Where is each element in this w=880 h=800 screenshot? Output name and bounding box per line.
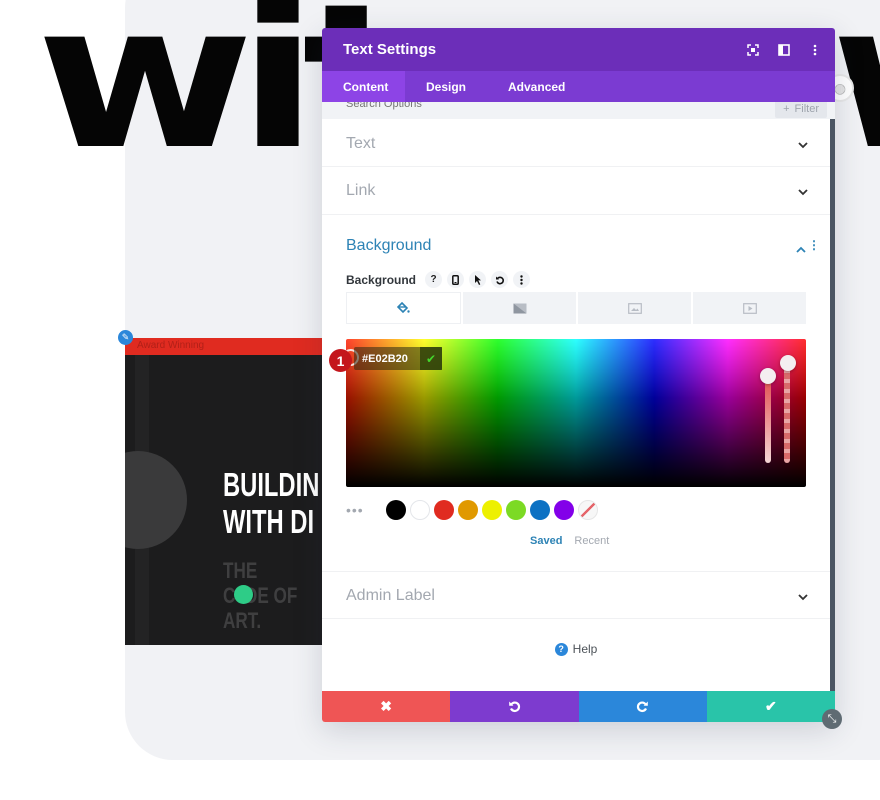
- section-more-icon[interactable]: ⋮: [808, 238, 820, 252]
- swatch-tabs: Saved Recent: [530, 535, 609, 547]
- swatch-black[interactable]: [386, 500, 406, 520]
- swatch-white[interactable]: [410, 500, 430, 520]
- tab-advanced[interactable]: Advanced: [487, 71, 586, 102]
- more-options-icon[interactable]: [806, 41, 823, 58]
- card-subtitle-line-1: THE: [223, 558, 258, 583]
- section-admin-label[interactable]: Admin Label: [322, 571, 830, 619]
- close-icon: ✖: [380, 698, 392, 714]
- swatch-none-icon[interactable]: [578, 500, 598, 520]
- plus-icon: +: [783, 102, 790, 115]
- swatch-red[interactable]: [434, 500, 454, 520]
- color-picker-field[interactable]: ✔: [346, 339, 806, 487]
- video-icon: [742, 302, 757, 314]
- hue-slider-track[interactable]: [765, 373, 771, 463]
- background-gradient-tab[interactable]: [463, 292, 576, 324]
- redo-icon: [637, 701, 648, 713]
- undo-icon: [509, 701, 520, 713]
- mobile-device-icon[interactable]: [447, 271, 465, 288]
- redo-button[interactable]: [578, 691, 707, 722]
- swatch-orange[interactable]: [458, 500, 478, 520]
- image-icon: [627, 302, 642, 314]
- chevron-down-icon[interactable]: [798, 187, 808, 197]
- modal-footer: ✖ ✔: [322, 691, 835, 722]
- hover-pointer-icon[interactable]: [469, 271, 487, 288]
- split-view-icon[interactable]: [775, 41, 792, 58]
- text-settings-modal: Text Settings Content Design Advanced Se…: [322, 28, 835, 722]
- background-type-tabs: [346, 292, 806, 324]
- filter-button[interactable]: + Filter: [775, 102, 827, 118]
- gradient-icon: [513, 303, 526, 313]
- background-image-tab[interactable]: [578, 292, 691, 324]
- help-link[interactable]: ? Help: [322, 642, 830, 656]
- card-title-line-1: BUILDIN: [223, 466, 320, 503]
- card-accent-dot: [234, 585, 253, 604]
- card-title: BUILDIN WITH DI: [223, 466, 319, 540]
- swatch-blue[interactable]: [530, 500, 550, 520]
- more-options-icon[interactable]: [513, 271, 531, 288]
- background-field-header: Background ?: [346, 271, 531, 288]
- resize-handle-icon[interactable]: ⤡: [822, 709, 842, 729]
- focus-mode-icon[interactable]: [744, 41, 761, 58]
- edit-pencil-icon[interactable]: ✎: [118, 330, 133, 345]
- chevron-down-icon[interactable]: [798, 140, 808, 150]
- modal-header[interactable]: Text Settings: [322, 28, 835, 71]
- chevron-down-icon[interactable]: [798, 592, 808, 602]
- undo-button[interactable]: [450, 691, 579, 722]
- card-subtitle-line-3: ART.: [223, 608, 262, 633]
- card-title-line-2: WITH DI: [223, 503, 315, 540]
- color-swatch-row: •••: [346, 500, 598, 520]
- background-video-tab[interactable]: [693, 292, 806, 324]
- swatch-tab-recent[interactable]: Recent: [574, 535, 609, 547]
- paint-bucket-icon: [397, 302, 410, 314]
- section-text-label: Text: [346, 135, 376, 152]
- filter-label: Filter: [794, 102, 819, 115]
- section-admin-label-text: Admin Label: [346, 587, 435, 604]
- reset-icon[interactable]: [491, 271, 509, 288]
- hex-value-box: ✔: [354, 347, 442, 370]
- swatch-green[interactable]: [506, 500, 526, 520]
- section-link-label: Link: [346, 182, 376, 199]
- more-swatches-icon[interactable]: •••: [346, 502, 376, 518]
- search-row: + Filter: [322, 102, 835, 119]
- settings-scroll-area: Text Link Background ⋮ Background ? #E02…: [322, 119, 830, 691]
- section-background-label[interactable]: Background: [346, 237, 431, 255]
- hex-color-input[interactable]: [354, 352, 420, 365]
- background-field-label: Background: [346, 272, 417, 287]
- swatch-yellow[interactable]: [482, 500, 502, 520]
- background-color-tab[interactable]: [346, 292, 461, 324]
- step-number-badge: 1: [329, 349, 352, 372]
- modal-tabs: Content Design Advanced: [322, 71, 835, 102]
- card-top-bar-text: Award Winning: [137, 340, 205, 351]
- opacity-slider-knob[interactable]: [780, 355, 796, 371]
- tab-content[interactable]: Content: [322, 71, 405, 102]
- help-circle-icon: ?: [554, 642, 568, 656]
- save-button[interactable]: ✔: [706, 691, 835, 722]
- tab-design[interactable]: Design: [405, 71, 487, 102]
- cancel-button[interactable]: ✖: [322, 691, 451, 722]
- card-decorative-circle: [125, 451, 187, 549]
- modal-header-icons: [744, 41, 823, 58]
- scrollbar[interactable]: [830, 119, 835, 691]
- hue-slider-knob[interactable]: [760, 368, 776, 384]
- swatch-purple[interactable]: [554, 500, 574, 520]
- modal-title: Text Settings: [343, 41, 437, 58]
- section-text[interactable]: Text: [322, 119, 830, 167]
- check-icon: ✔: [765, 698, 777, 714]
- chevron-up-icon[interactable]: [796, 240, 806, 258]
- search-options-input[interactable]: [346, 102, 646, 110]
- swatch-tab-saved[interactable]: Saved: [530, 535, 562, 547]
- card-top-bar: Award Winning: [125, 338, 325, 355]
- opacity-slider-track[interactable]: [784, 363, 790, 463]
- help-label: Help: [572, 642, 598, 656]
- hero-card[interactable]: Award Winning BUILDIN WITH DI THE C DE O…: [125, 338, 325, 645]
- builder-canvas: wit w ◍ ✎ Award Winning BUILDIN WITH DI …: [0, 0, 880, 800]
- section-link[interactable]: Link: [322, 167, 830, 215]
- confirm-check-icon[interactable]: ✔: [420, 347, 442, 370]
- help-question-icon[interactable]: ?: [425, 271, 443, 288]
